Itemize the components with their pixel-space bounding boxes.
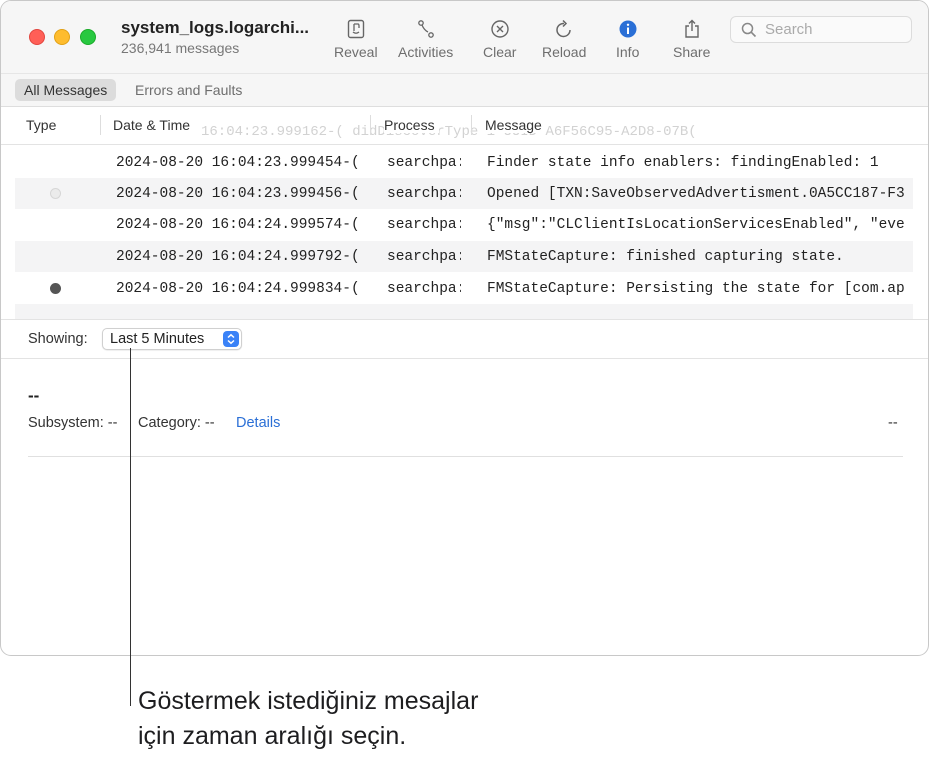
filter-all-messages[interactable]: All Messages xyxy=(15,79,117,101)
console-window: system_logs.logarchi... 236,941 messages… xyxy=(0,0,929,656)
column-type[interactable]: Type xyxy=(26,117,56,133)
zoom-window-button[interactable] xyxy=(80,29,96,45)
clear-label: Clear xyxy=(483,44,517,60)
row-message: FMStateCapture: Persisting the state for… xyxy=(487,281,905,297)
chevron-updown-icon xyxy=(223,331,239,347)
detail-category: Category: -- xyxy=(138,415,215,431)
search-input[interactable] xyxy=(763,20,907,39)
row-datetime: 2024-08-20 16:04:24.999792-( xyxy=(116,249,360,265)
column-divider[interactable] xyxy=(100,115,101,135)
row-process: searchpa: xyxy=(387,155,461,171)
column-process[interactable]: Process xyxy=(384,117,439,133)
callout-text-line2: için zaman aralığı seçin. xyxy=(138,722,407,750)
type-indicator xyxy=(50,157,61,168)
row-message: Finder state info enablers: findingEnabl… xyxy=(487,155,879,171)
time-range-popup[interactable]: Last 5 Minutes xyxy=(102,328,242,350)
filter-errors-faults[interactable]: Errors and Faults xyxy=(126,79,251,101)
info-button[interactable]: Info xyxy=(616,15,639,60)
row-datetime: 2024-08-20 16:04:24.999834-( xyxy=(116,281,360,297)
info-icon xyxy=(617,15,639,43)
detail-divider xyxy=(28,456,903,457)
reload-label: Reload xyxy=(542,44,587,60)
default-level-icon xyxy=(50,188,61,199)
column-header: 16:04:23.999162-( didDiscoverType 1 UUID… xyxy=(1,107,928,145)
activities-icon xyxy=(415,15,437,43)
showing-label: Showing: xyxy=(28,331,88,347)
details-link[interactable]: Details xyxy=(236,415,280,431)
info-label: Info xyxy=(616,44,640,60)
info-level-icon xyxy=(50,283,61,294)
window-title: system_logs.logarchi... xyxy=(121,18,310,37)
row-message: FMStateCapture: finished capturing state… xyxy=(487,249,844,265)
row-datetime: 2024-08-20 16:04:24.999574-( xyxy=(116,217,360,233)
column-datetime[interactable]: Date & Time xyxy=(113,117,195,133)
column-divider[interactable] xyxy=(370,115,371,135)
activities-button[interactable]: Activities xyxy=(398,15,453,60)
log-table: 2024-08-20 16:04:23.999454-( searchpa: F… xyxy=(15,147,913,319)
type-indicator xyxy=(50,219,61,230)
row-process: searchpa: xyxy=(387,281,461,297)
close-window-button[interactable] xyxy=(29,29,45,45)
message-count: 236,941 messages xyxy=(121,40,240,56)
share-label: Share xyxy=(673,44,711,60)
callout-line xyxy=(130,348,131,706)
type-indicator xyxy=(50,251,61,262)
table-row[interactable]: 2024-08-20 16:04:24.999574-( searchpa: {… xyxy=(15,209,913,240)
reveal-label: Reveal xyxy=(334,44,378,60)
minimize-window-button[interactable] xyxy=(54,29,70,45)
callout-text-line1: Göstermek istediğiniz mesajlar xyxy=(138,687,479,715)
table-row[interactable]: 2024-08-20 16:04:24.999834-( searchpa: F… xyxy=(15,273,913,304)
scrolled-row-ghost: 16:04:23.999162-( didDiscoverType 1 UUID… xyxy=(201,124,697,140)
row-process: searchpa: xyxy=(387,249,461,265)
share-icon xyxy=(681,15,703,43)
showing-bar: Showing: Last 5 Minutes xyxy=(1,319,928,359)
column-divider[interactable] xyxy=(471,115,472,135)
row-datetime: 2024-08-20 16:04:23.999456-( xyxy=(116,186,360,202)
detail-right-value: -- xyxy=(888,415,898,431)
reload-icon xyxy=(553,15,575,43)
time-range-value: Last 5 Minutes xyxy=(110,331,205,347)
column-message[interactable]: Message xyxy=(485,117,546,133)
row-message: Opened [TXN:SaveObservedAdvertisment.0A5… xyxy=(487,186,905,202)
activities-label: Activities xyxy=(398,44,454,60)
share-button[interactable]: Share xyxy=(673,15,710,60)
detail-subsystem: Subsystem: -- xyxy=(28,415,118,431)
row-datetime: 2024-08-20 16:04:23.999454-( xyxy=(116,155,360,171)
reveal-button[interactable]: Reveal xyxy=(334,15,378,60)
clear-icon xyxy=(489,15,511,43)
filter-bar: All Messages Errors and Faults xyxy=(1,73,928,107)
reveal-icon xyxy=(345,15,367,43)
search-field[interactable] xyxy=(730,16,912,43)
row-message: {"msg":"CLClientIsLocationServicesEnable… xyxy=(487,217,905,233)
clear-button[interactable]: Clear xyxy=(483,15,516,60)
row-process: searchpa: xyxy=(387,186,461,202)
table-row[interactable]: 2024-08-20 16:04:23.999454-( searchpa: F… xyxy=(15,147,913,178)
toolbar: system_logs.logarchi... 236,941 messages… xyxy=(1,1,928,73)
reload-button[interactable]: Reload xyxy=(542,15,586,60)
row-process: searchpa: xyxy=(387,217,461,233)
table-row[interactable] xyxy=(15,304,913,319)
search-icon xyxy=(741,22,757,38)
detail-title: -- xyxy=(28,386,40,405)
table-row[interactable]: 2024-08-20 16:04:23.999456-( searchpa: O… xyxy=(15,178,913,209)
table-row[interactable]: 2024-08-20 16:04:24.999792-( searchpa: F… xyxy=(15,241,913,272)
